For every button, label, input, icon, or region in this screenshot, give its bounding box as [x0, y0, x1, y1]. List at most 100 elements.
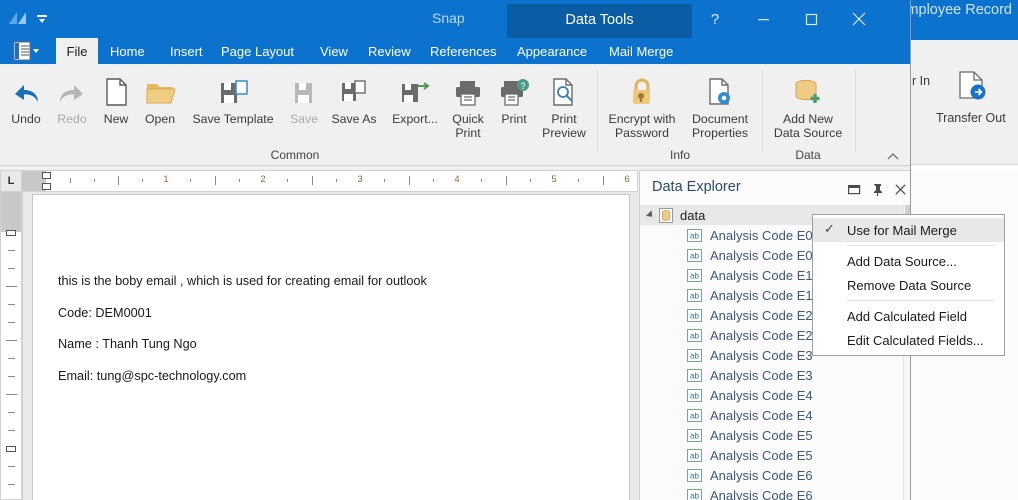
- ruler-number: 3: [357, 174, 363, 185]
- panel-close-button[interactable]: [892, 181, 908, 197]
- svg-text:ab: ab: [690, 271, 699, 280]
- top-margin-marker[interactable]: [6, 230, 16, 236]
- save-as-icon: [338, 68, 370, 108]
- ab-text-field-icon: ab: [687, 288, 702, 302]
- minimize-button[interactable]: [740, 0, 786, 38]
- close-button[interactable]: [836, 0, 882, 38]
- panel-header: Data Explorer: [640, 171, 910, 205]
- tree-item-label: Analysis Code E1: [710, 287, 813, 303]
- ruler-tick: [70, 178, 71, 183]
- tab-references[interactable]: References: [420, 38, 506, 64]
- document-canvas[interactable]: this is the boby email , which is used f…: [22, 192, 638, 500]
- new-button[interactable]: New: [94, 68, 138, 126]
- tab-review-label: Review: [368, 43, 411, 59]
- transfer-in-button[interactable]: r In: [912, 68, 930, 88]
- menu-use-for-mail-merge[interactable]: ✓ Use for Mail Merge: [813, 218, 1004, 242]
- open-folder-icon: [144, 68, 176, 108]
- export-label: Export...: [392, 112, 438, 126]
- tab-appearance-label: Appearance: [517, 43, 588, 59]
- tab-insert[interactable]: Insert: [160, 38, 213, 64]
- tree-item[interactable]: ab Analysis Code E5: [640, 425, 903, 445]
- panel-restore-button[interactable]: [846, 181, 862, 197]
- tree-item[interactable]: ab Analysis Code E5: [640, 445, 903, 465]
- document-properties-button[interactable]: Document Properties: [683, 68, 757, 140]
- tree-item[interactable]: ab Analysis Code E6: [640, 485, 903, 500]
- tab-home[interactable]: Home: [100, 38, 155, 64]
- ruler-tick: [287, 179, 288, 182]
- tab-file[interactable]: File: [56, 38, 98, 64]
- transfer-in-label: r In: [912, 74, 931, 88]
- save-label: Save: [289, 112, 319, 126]
- save-as-button[interactable]: Save As: [326, 68, 382, 126]
- check-icon: ✓: [824, 221, 835, 236]
- transfer-out-button[interactable]: Transfer Out: [936, 68, 1006, 125]
- tab-view[interactable]: View: [310, 38, 358, 64]
- chevron-up-icon[interactable]: [886, 150, 900, 164]
- undo-button[interactable]: Undo: [2, 68, 50, 126]
- print-label: Print: [501, 112, 527, 126]
- tab-page-layout-label: Page Layout: [221, 43, 295, 59]
- chevron-down-icon[interactable]: [36, 13, 48, 25]
- svg-text:ab: ab: [690, 371, 699, 380]
- svg-text:ab: ab: [690, 351, 699, 360]
- new-document-icon: [102, 68, 130, 108]
- menu-add-data-source[interactable]: Add Data Source...: [813, 249, 1004, 273]
- ruler-tick: [239, 179, 240, 182]
- bottom-margin-marker[interactable]: [6, 446, 16, 452]
- tab-mail-merge-label: Mail Merge: [609, 43, 674, 59]
- tree-item[interactable]: ab Analysis Code E3: [640, 365, 903, 385]
- document-page[interactable]: this is the boby email , which is used f…: [32, 194, 630, 500]
- tab-review[interactable]: Review: [358, 38, 421, 64]
- tree-item-label: Analysis Code E0: [710, 227, 813, 243]
- maximize-button[interactable]: [788, 0, 834, 38]
- print-preview-icon: [549, 68, 579, 108]
- encrypt-button[interactable]: Encrypt with Password: [603, 68, 681, 140]
- tree-item[interactable]: ab Analysis Code E4: [640, 405, 903, 425]
- menu-add-calculated-field[interactable]: Add Calculated Field: [813, 304, 1004, 328]
- ab-text-field-icon: ab: [687, 348, 702, 362]
- add-data-source-button[interactable]: Add New Data Source: [766, 68, 850, 140]
- svg-text:ab: ab: [690, 471, 699, 480]
- encrypt-label: Encrypt with Password: [608, 112, 676, 140]
- document-menu-icon[interactable]: [12, 40, 46, 62]
- ruler-tick: [215, 176, 216, 185]
- floppy-disk-icon: [290, 68, 318, 108]
- vruler-tick: [6, 340, 17, 341]
- tree-item[interactable]: ab Analysis Code E4: [640, 385, 903, 405]
- top-margin-zone: [1, 192, 21, 232]
- help-button[interactable]: ?: [692, 0, 738, 38]
- tab-mail-merge[interactable]: Mail Merge: [599, 38, 683, 64]
- context-menu[interactable]: ✓ Use for Mail Merge Add Data Source... …: [812, 214, 1005, 356]
- tab-stop-selector[interactable]: L: [0, 170, 22, 192]
- tree-item-label: Analysis Code E1: [710, 267, 813, 283]
- svg-text:ab: ab: [690, 491, 699, 500]
- ruler-tick: [481, 179, 482, 182]
- quick-print-button[interactable]: Quick Print: [444, 68, 492, 140]
- window-controls: ?: [692, 0, 910, 38]
- print-button[interactable]: ? Print: [492, 68, 536, 126]
- left-indent-marker[interactable]: [42, 183, 51, 190]
- export-button[interactable]: Export...: [384, 68, 446, 126]
- open-button[interactable]: Open: [136, 68, 184, 126]
- menu-remove-data-source[interactable]: Remove Data Source: [813, 273, 1004, 297]
- vertical-ruler[interactable]: [0, 192, 22, 500]
- print-preview-button[interactable]: Print Preview: [536, 68, 592, 140]
- export-icon: [398, 68, 432, 108]
- save-template-button[interactable]: Save Template: [182, 68, 284, 126]
- tree-root-label: data: [680, 207, 706, 223]
- ribbon: Undo Redo New Open Save Template Save Sa…: [0, 64, 910, 166]
- ribbon-tab-row: File Home Insert Page Layout View Review…: [0, 38, 910, 64]
- new-label: New: [103, 112, 129, 126]
- first-line-indent-marker[interactable]: [42, 172, 51, 179]
- tab-page-layout[interactable]: Page Layout: [211, 38, 304, 64]
- tree-item-label: Analysis Code E5: [710, 427, 813, 443]
- tab-appearance[interactable]: Appearance: [507, 38, 597, 64]
- ab-text-field-icon: ab: [687, 308, 702, 322]
- horizontal-ruler[interactable]: 1 2 3 4 5 6: [22, 170, 638, 192]
- panel-pin-button[interactable]: [869, 181, 885, 197]
- menu-edit-calculated-fields[interactable]: Edit Calculated Fields...: [813, 328, 1004, 352]
- expand-triangle-icon[interactable]: [645, 210, 656, 220]
- tree-item[interactable]: ab Analysis Code E6: [640, 465, 903, 485]
- ab-text-field-icon: ab: [687, 248, 702, 262]
- menu-item-label: Use for Mail Merge: [847, 222, 957, 238]
